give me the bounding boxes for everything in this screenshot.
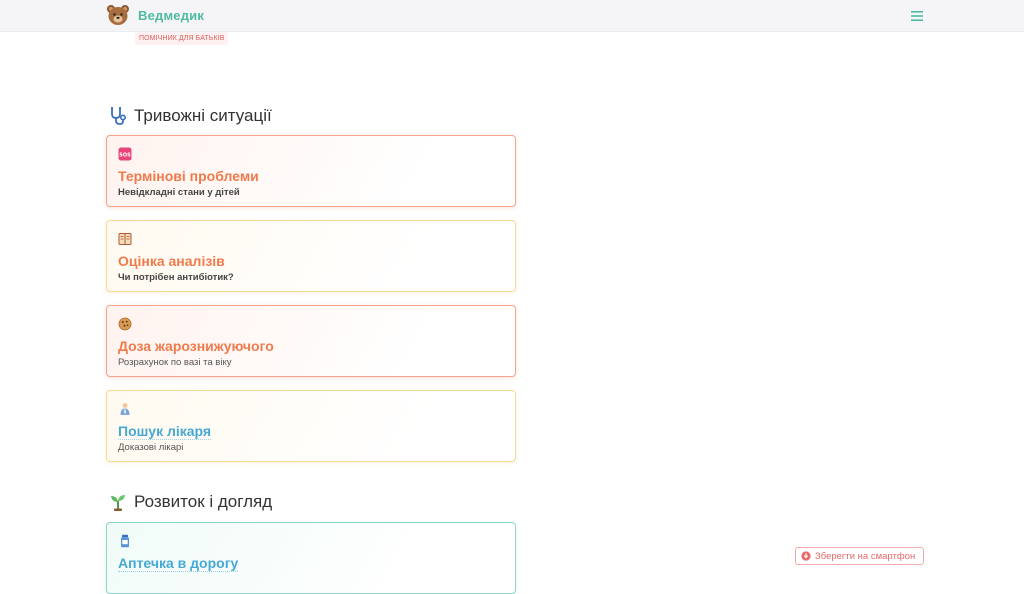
seedling-icon [111,495,125,511]
hamburger-icon[interactable] [906,7,928,25]
card-antipyretic-dose[interactable]: Доза жарознижуючого Розрахунок по вазі т… [106,305,516,377]
save-button-label: Зберегти на смартфон [815,550,916,562]
cookie-icon [118,317,132,331]
section-title-development: Розвиток і догляд [108,492,272,512]
brand-name[interactable]: Ведмедик [138,8,204,23]
card-title: Аптечка в дорогу [118,555,239,572]
doctor-icon [120,403,130,415]
stethoscope-icon [110,106,127,125]
section-title-text: Розвиток і догляд [134,492,273,511]
card-title: Пошук лікаря [118,423,212,440]
bear-icon[interactable] [106,4,130,26]
card-subtitle: Доказові лікарі [118,442,184,453]
card-title: Оцінка аналізів [118,253,225,269]
card-find-doctor[interactable]: Пошук лікаря Доказові лікарі [106,390,516,462]
top-header: Ведмедик [0,0,1024,32]
tagline-badge: ПОМІЧНИК ДЛЯ БАТЬКІВ [135,32,229,45]
card-urgent-problems[interactable]: SOS Термінові проблеми Невідкладні стани… [106,135,516,207]
section-title-text: Тривожні ситуації [134,106,272,125]
svg-text:SOS: SOS [119,152,131,158]
card-title: Термінові проблеми [118,168,259,184]
card-subtitle: Розрахунок по вазі та віку [118,357,232,368]
card-tests-evaluation[interactable]: Оцінка аналізів Чи потрібен антибіотик? [106,220,516,292]
card-subtitle: Невідкладні стани у дітей [118,187,240,198]
medicine-bottle-icon [121,534,129,548]
section-title-alerts: Тривожні ситуації [108,106,272,126]
card-travel-first-aid-kit[interactable]: Аптечка в дорогу [106,522,516,594]
sos-icon: SOS [118,147,132,161]
card-title: Доза жарознижуючого [118,338,274,354]
download-icon [801,551,811,561]
card-subtitle: Чи потрібен антибіотик? [118,272,234,283]
notebook-icon [118,233,132,245]
save-to-smartphone-button[interactable]: Зберегти на смартфон [795,547,924,565]
